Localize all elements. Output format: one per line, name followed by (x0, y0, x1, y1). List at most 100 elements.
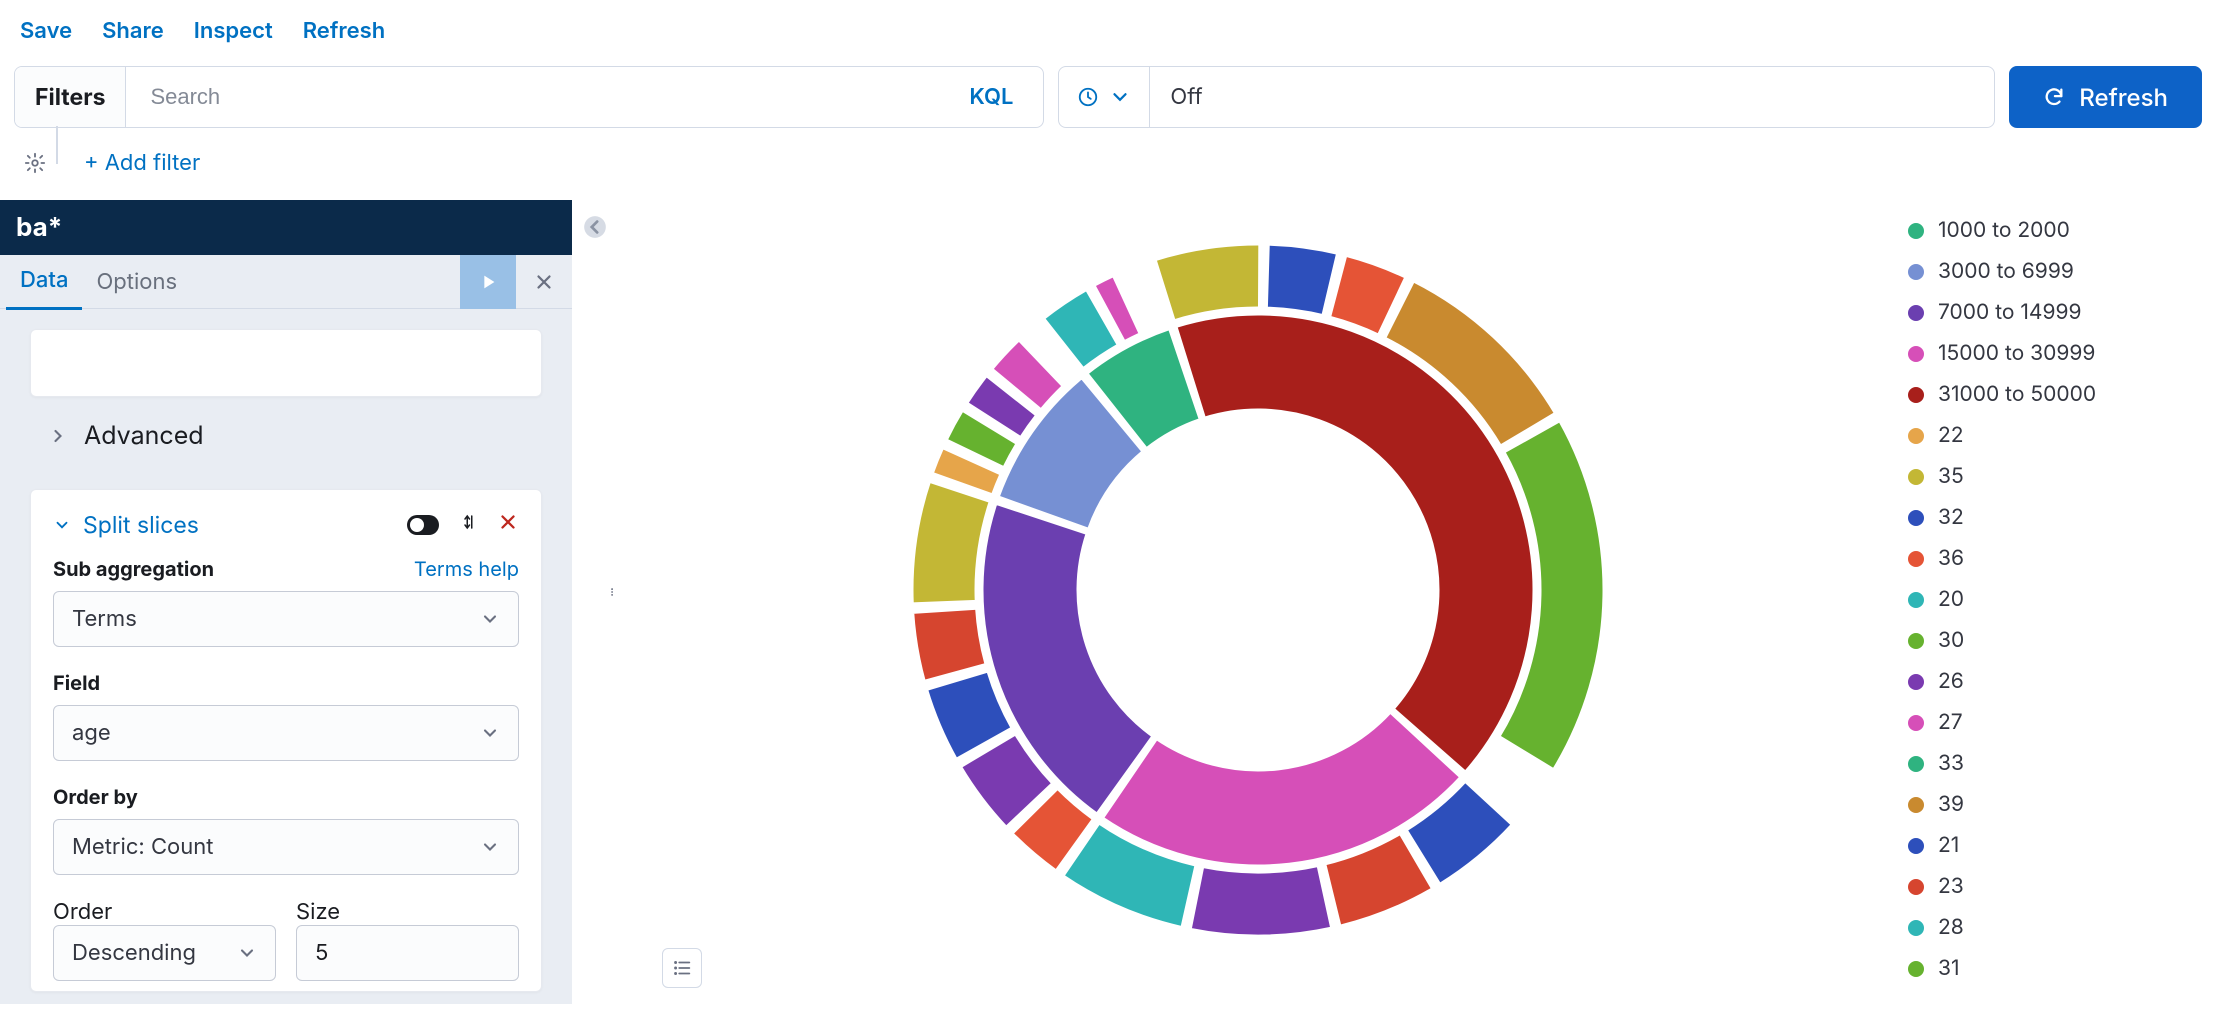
chart-legend: 1000 to 2000 3000 to 6999 7000 to 14999 150… (1898, 200, 2178, 1004)
legend-item[interactable]: 31 (1908, 956, 2168, 981)
visualization-area: 1000 to 2000 3000 to 6999 7000 to 14999 150… (618, 200, 2216, 1004)
drag-handle-icon[interactable] (459, 511, 477, 539)
quick-select-button[interactable] (1059, 67, 1150, 127)
legend-dot-icon (1908, 674, 1924, 690)
legend-dot-icon (1908, 715, 1924, 731)
legend-dot-icon (1908, 346, 1924, 362)
legend-item[interactable]: 39 (1908, 792, 2168, 817)
outer-slice[interactable] (912, 481, 990, 604)
legend-item[interactable]: 28 (1908, 915, 2168, 940)
index-pattern-selector[interactable]: ba* (0, 200, 572, 255)
legend-label: 36 (1938, 546, 1964, 571)
field-select[interactable]: age (53, 705, 519, 761)
orderby-select[interactable]: Metric: Count (53, 819, 519, 875)
clock-icon (1077, 86, 1099, 108)
legend-item[interactable]: 35 (1908, 464, 2168, 489)
legend-dot-icon (1908, 838, 1924, 854)
chevron-down-icon (480, 837, 500, 857)
remove-aggregation-button[interactable] (497, 510, 519, 539)
menu-save[interactable]: Save (20, 18, 72, 44)
subagg-select[interactable]: Terms (53, 591, 519, 647)
terms-help-link[interactable]: Terms help (414, 557, 519, 581)
legend-item[interactable]: 20 (1908, 587, 2168, 612)
legend-dot-icon (1908, 264, 1924, 280)
legend-item[interactable]: 26 (1908, 669, 2168, 694)
legend-item[interactable]: 21 (1908, 833, 2168, 858)
legend-item[interactable]: 33 (1908, 751, 2168, 776)
legend-label: 21 (1938, 833, 1959, 858)
legend-label: 23 (1938, 874, 1964, 899)
add-filter-button[interactable]: + Add filter (84, 150, 200, 176)
outer-slice[interactable] (1190, 866, 1332, 936)
subagg-value: Terms (72, 606, 137, 632)
legend-item[interactable]: 15000 to 30999 (1908, 341, 2168, 366)
legend-dot-icon (1908, 756, 1924, 772)
chevron-down-icon (480, 609, 500, 629)
legend-dot-icon (1908, 920, 1924, 936)
kebab-icon (610, 578, 620, 606)
tab-data[interactable]: Data (6, 253, 82, 310)
chevron-down-icon (480, 723, 500, 743)
legend-item[interactable]: 7000 to 14999 (1908, 300, 2168, 325)
legend-item[interactable]: 36 (1908, 546, 2168, 571)
legend-label: 7000 to 14999 (1938, 300, 2082, 325)
legend-dot-icon (1908, 469, 1924, 485)
legend-dot-icon (1908, 633, 1924, 649)
outer-slice[interactable] (913, 608, 986, 681)
chevron-down-icon (237, 943, 257, 963)
order-value: Descending (72, 940, 196, 966)
gear-icon (24, 152, 46, 174)
main: ba* Data Options Advanced (0, 200, 2216, 1004)
apply-changes-button[interactable] (460, 255, 516, 309)
filters-label[interactable]: Filters (15, 67, 126, 127)
legend-label: 22 (1938, 423, 1964, 448)
filter-bar: + Add filter (0, 136, 2216, 200)
legend-dot-icon (1908, 510, 1924, 526)
menu-share[interactable]: Share (102, 18, 164, 44)
refresh-button[interactable]: Refresh (2009, 66, 2202, 128)
query-language-button[interactable]: KQL (969, 84, 1021, 110)
chevron-down-icon (1109, 86, 1131, 108)
aggregation-title[interactable]: Split slices (83, 511, 199, 539)
search-wrap: KQL (126, 67, 1043, 127)
size-input[interactable]: 5 (296, 925, 519, 981)
legend-item[interactable]: 27 (1908, 710, 2168, 735)
panel-options-button[interactable] (610, 578, 620, 612)
legend-item[interactable]: 3000 to 6999 (1908, 259, 2168, 284)
outer-slice[interactable] (1266, 244, 1337, 315)
legend-item[interactable]: 32 (1908, 505, 2168, 530)
legend-dot-icon (1908, 551, 1924, 567)
advanced-toggle[interactable]: Advanced (30, 397, 542, 469)
search-input[interactable] (148, 83, 969, 111)
legend-toggle-button[interactable] (662, 948, 702, 988)
close-panel-button[interactable] (516, 255, 572, 309)
donut-chart[interactable] (618, 200, 1898, 980)
legend-label: 31 (1938, 956, 1960, 981)
play-icon (477, 271, 499, 293)
menu-refresh[interactable]: Refresh (303, 18, 385, 44)
size-value: 5 (315, 940, 328, 966)
list-icon (671, 957, 693, 979)
legend-item[interactable]: 1000 to 2000 (1908, 218, 2168, 243)
order-select[interactable]: Descending (53, 925, 276, 981)
aggregation-card: Split slices Sub aggregation (30, 489, 542, 992)
legend-item[interactable]: 30 (1908, 628, 2168, 653)
legend-item[interactable]: 22 (1908, 423, 2168, 448)
legend-item[interactable]: 23 (1908, 874, 2168, 899)
legend-label: 26 (1938, 669, 1964, 694)
tab-options[interactable]: Options (82, 255, 191, 309)
metric-card-collapsed[interactable] (30, 329, 542, 397)
filter-connector-line (56, 126, 58, 164)
filter-settings-button[interactable] (24, 152, 46, 174)
legend-label: 32 (1938, 505, 1964, 530)
menu-inspect[interactable]: Inspect (194, 18, 273, 44)
aggregation-enable-toggle[interactable] (407, 515, 439, 535)
legend-label: 27 (1938, 710, 1963, 735)
outer-slice[interactable] (1155, 244, 1260, 321)
legend-label: 30 (1938, 628, 1964, 653)
close-icon (497, 511, 519, 533)
top-menu: Save Share Inspect Refresh (0, 0, 2216, 66)
time-value[interactable]: Off (1150, 67, 1994, 127)
legend-label: 31000 to 50000 (1938, 382, 2096, 407)
legend-item[interactable]: 31000 to 50000 (1908, 382, 2168, 407)
